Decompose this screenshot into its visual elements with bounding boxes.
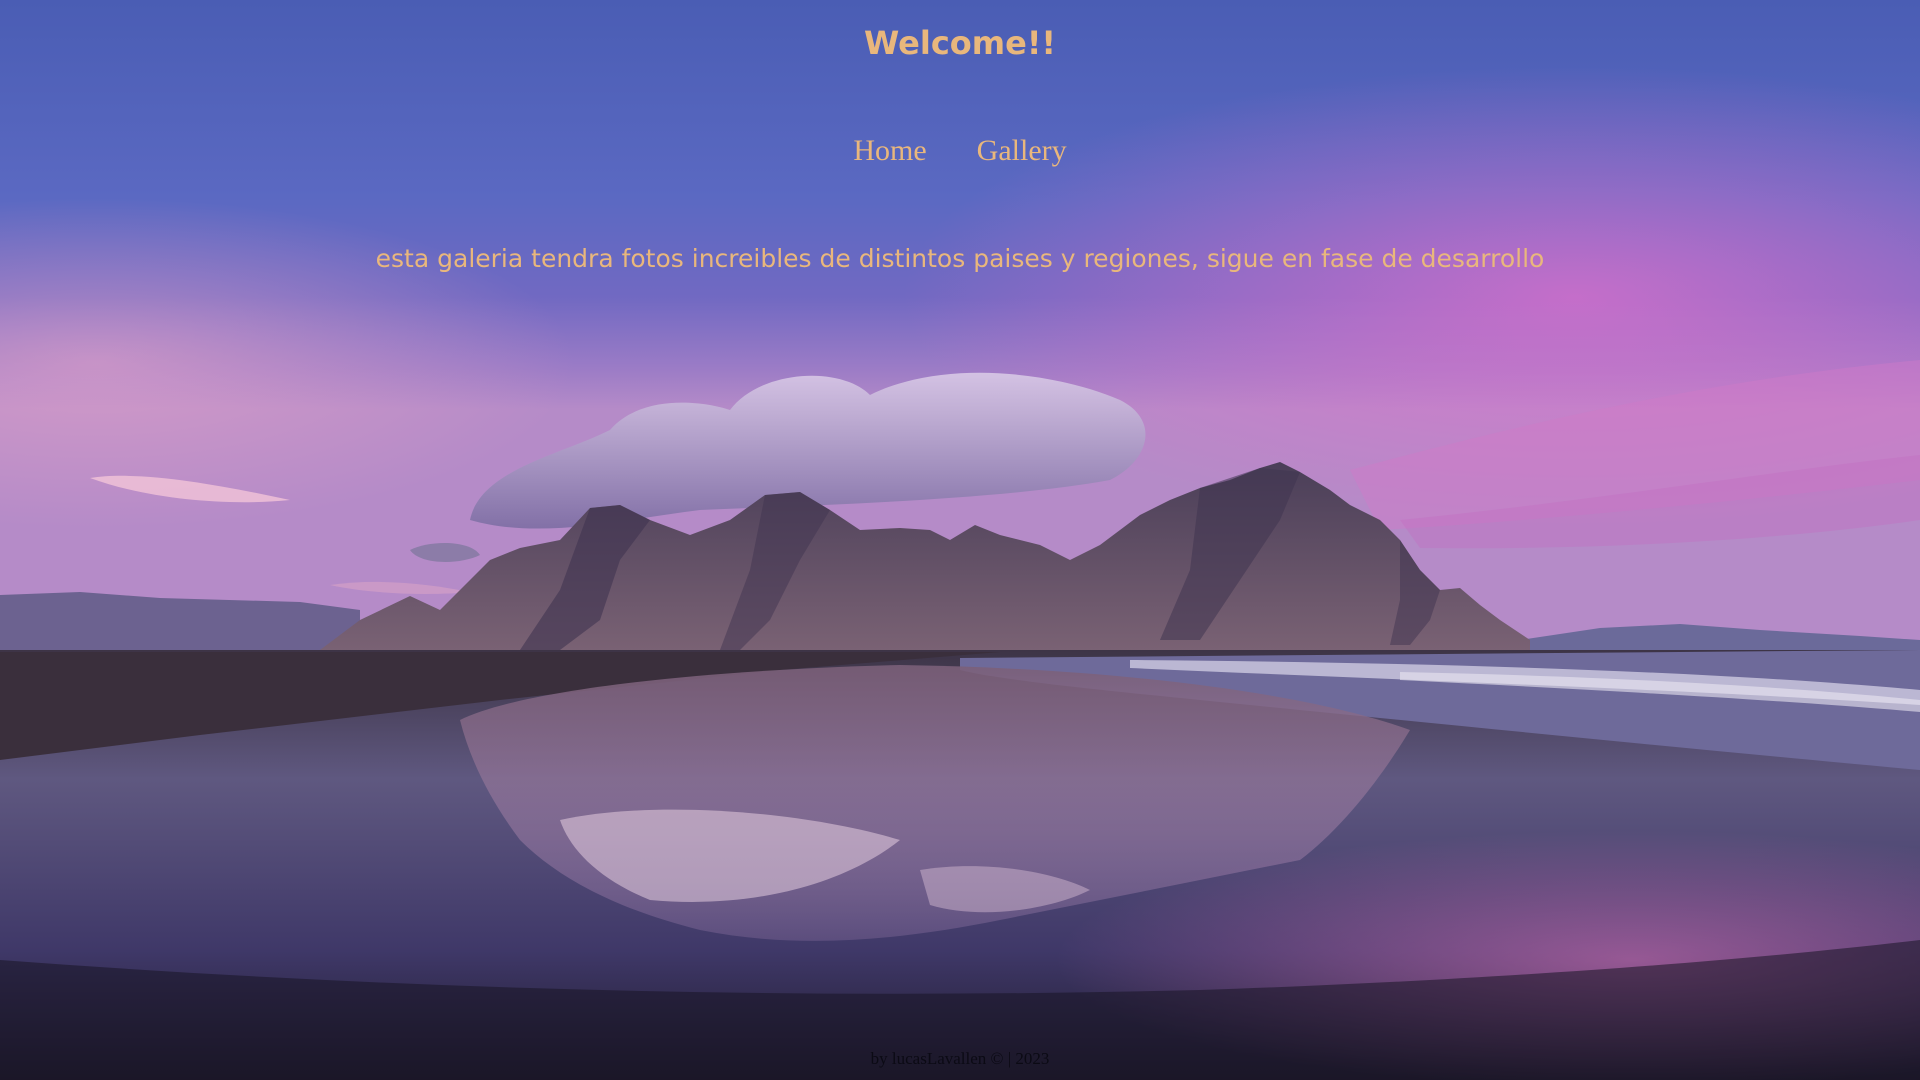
page-title: Welcome!!: [863, 24, 1056, 62]
footer-credit: by lucasLavallen © | 2023: [870, 1049, 1050, 1068]
gallery-description: esta galeria tendra fotos increibles de …: [375, 244, 1545, 273]
nav-home-link[interactable]: Home: [853, 134, 926, 168]
nav-gallery-link[interactable]: Gallery: [977, 134, 1067, 168]
main-nav: Home Gallery: [0, 134, 1920, 168]
